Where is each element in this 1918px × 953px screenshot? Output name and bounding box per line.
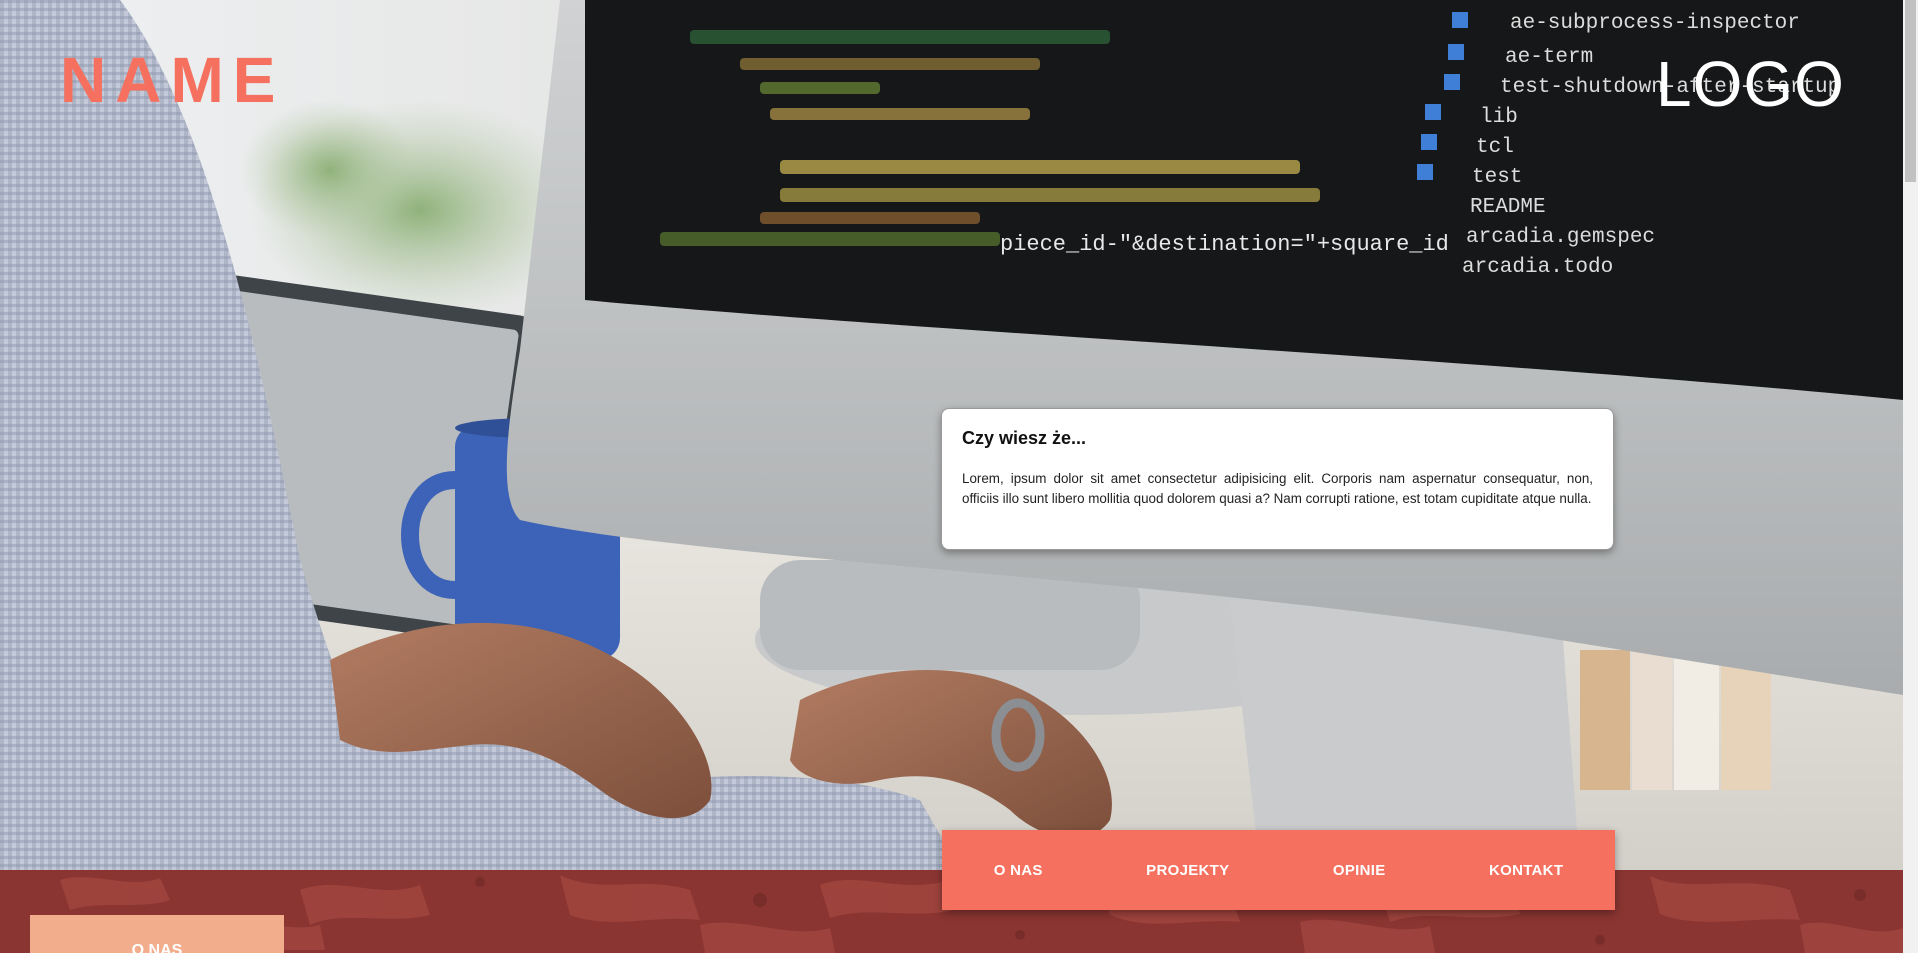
tree-item: ae-subprocess-inspector	[1510, 12, 1800, 35]
main-nav: O NAS PROJEKTY OPINIE KONTAKT	[942, 830, 1615, 910]
page: piece_id-"&destination="+square_id ae-su…	[0, 0, 1918, 953]
nav-item-projekty[interactable]: PROJEKTY	[1146, 862, 1229, 879]
nav-item-kontakt[interactable]: KONTAKT	[1489, 862, 1563, 879]
hero-section: piece_id-"&destination="+square_id ae-su…	[0, 0, 1903, 870]
about-section-tab: O NAS	[30, 915, 284, 953]
nav-item-opinie[interactable]: OPINIE	[1333, 862, 1386, 879]
tree-item: tcl	[1476, 136, 1514, 159]
screen-code-line: piece_id-"&destination="+square_id	[1000, 232, 1449, 257]
fact-card-text: Lorem, ipsum dolor sit amet consectetur …	[962, 471, 1593, 506]
tree-item: test	[1472, 166, 1522, 189]
fact-card: Czy wiesz że... Lorem, ipsum dolor sit a…	[941, 408, 1614, 550]
nav-item-o-nas[interactable]: O NAS	[994, 862, 1043, 879]
logo[interactable]: LOGO	[1656, 52, 1845, 116]
tree-item: README	[1470, 196, 1546, 219]
brand-name[interactable]: NAME	[60, 48, 284, 112]
fact-card-title: Czy wiesz że...	[962, 428, 1087, 448]
tree-item: lib	[1480, 106, 1518, 129]
vertical-scrollbar[interactable]	[1903, 0, 1918, 953]
scrollbar-thumb[interactable]	[1905, 0, 1916, 182]
tree-item: arcadia.todo	[1462, 256, 1613, 279]
tree-item: arcadia.gemspec	[1466, 226, 1655, 249]
tree-item: ae-term	[1505, 46, 1593, 69]
